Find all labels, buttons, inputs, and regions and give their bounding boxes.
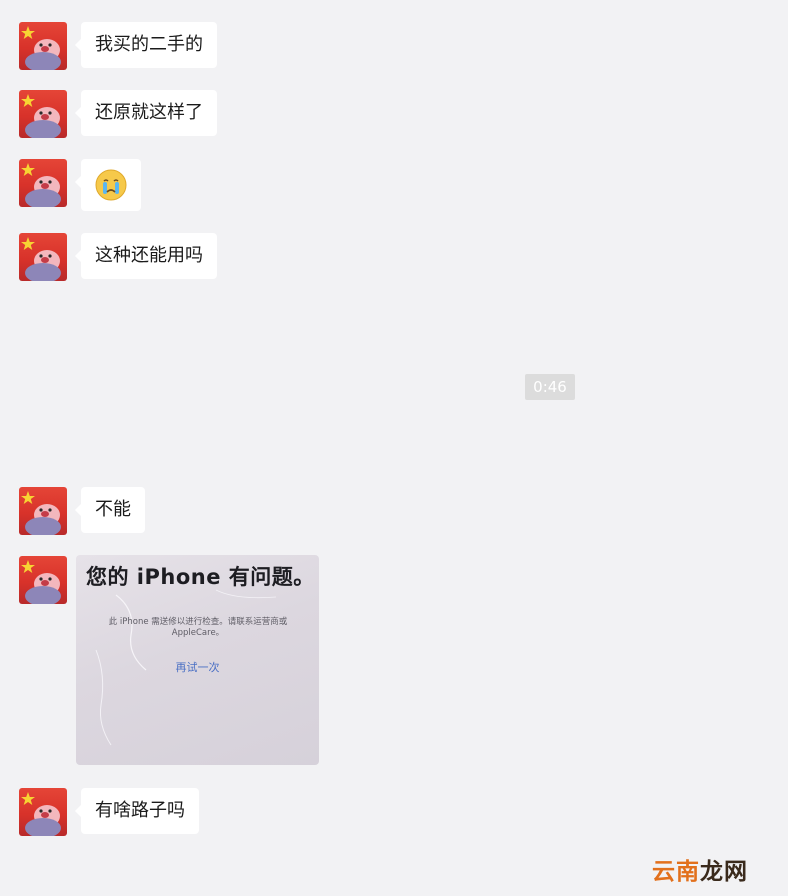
message-bubble[interactable]: 不能 [75,487,145,533]
message-bubble[interactable]: 我买的二手的 [75,22,217,68]
avatar[interactable] [19,22,67,70]
avatar-image [21,94,61,138]
photo-title-text: 您的 iPhone 有问题。 [86,565,315,589]
avatar-image [21,792,61,836]
crying-face-emoji-icon [95,169,127,201]
avatar-image [21,491,61,535]
message-text: 还原就这样了 [95,102,203,123]
message-timestamp: 0:46 [525,374,575,400]
message-bubble[interactable]: 这种还能用吗 [75,233,217,279]
watermark-part-2: 龙网 [700,859,748,885]
photo-retry-text: 再试一次 [175,661,220,674]
message-bubble[interactable]: 有啥路子吗 [75,788,199,834]
message-bubble-emoji[interactable] [75,159,141,211]
message-text: 我买的二手的 [95,34,203,55]
message-bubble[interactable]: 还原就这样了 [75,90,217,136]
avatar-image [21,26,61,70]
watermark-part-1: 云南 [652,859,700,885]
avatar[interactable] [19,90,67,138]
avatar[interactable] [19,233,67,281]
photo-body-text: 此 iPhone 需送修以进行检查。请联系运营商或 AppleCare。 [108,617,288,638]
avatar[interactable] [19,487,67,535]
avatar-image [21,560,61,604]
watermark-logo: 云南龙网 [652,852,748,886]
message-text: 这种还能用吗 [95,245,203,266]
avatar[interactable] [19,556,67,604]
message-text: 不能 [95,499,131,520]
avatar[interactable] [19,788,67,836]
message-image[interactable]: 您的 iPhone 有问题。 此 iPhone 需送修以进行检查。请联系运营商或… [76,555,319,765]
avatar-image [21,237,61,281]
message-text: 有啥路子吗 [95,800,185,821]
avatar[interactable] [19,159,67,207]
avatar-image [21,163,61,207]
